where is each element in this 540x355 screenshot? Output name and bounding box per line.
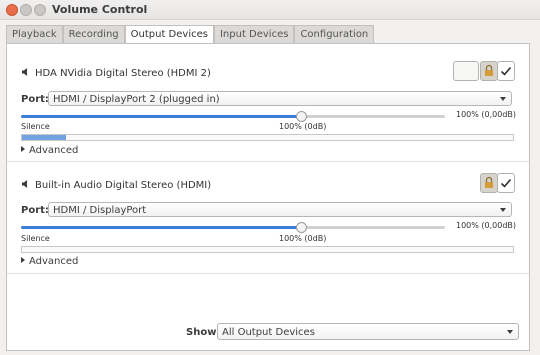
- expander-triangle-icon: [21, 257, 25, 263]
- speaker-icon: [22, 180, 27, 188]
- show-select[interactable]: All Output Devices: [217, 323, 519, 340]
- peak-meter: [21, 134, 514, 141]
- advanced-expander[interactable]: Advanced: [21, 256, 78, 267]
- title-bar: Volume Control: [0, 0, 540, 20]
- volume-value: 100% (0,00dB): [456, 221, 517, 230]
- tab-configuration[interactable]: Configuration: [294, 25, 375, 44]
- speaker-icon: [22, 68, 27, 76]
- port-label: Port:: [21, 94, 49, 105]
- minimize-button[interactable]: [20, 4, 32, 16]
- show-select-value: All Output Devices: [222, 327, 315, 338]
- default-device-button[interactable]: [497, 61, 515, 81]
- peak-meter: [21, 246, 514, 253]
- chevron-down-icon: [500, 97, 506, 101]
- tab-input-devices[interactable]: Input Devices: [213, 25, 295, 44]
- advanced-label: Advanced: [29, 145, 79, 156]
- volume-slider-fill: [21, 226, 301, 229]
- volume-slider[interactable]: [21, 222, 445, 233]
- device-separator: [7, 161, 529, 162]
- zero-db-label: 100% (0dB): [279, 234, 327, 243]
- lock-channels-button[interactable]: [480, 173, 498, 193]
- device-name: Built-in Audio Digital Stereo (HDMI): [35, 180, 212, 191]
- device-name-row: Built-in Audio Digital Stereo (HDMI): [21, 179, 211, 191]
- port-select-value: HDMI / DisplayPort: [53, 205, 147, 216]
- port-label: Port:: [21, 205, 49, 216]
- tab-recording[interactable]: Recording: [62, 25, 125, 44]
- default-device-button[interactable]: [497, 173, 515, 193]
- maximize-button[interactable]: [34, 4, 46, 16]
- close-button[interactable]: [6, 4, 18, 16]
- tab-output-devices[interactable]: Output Devices: [124, 25, 214, 44]
- port-select[interactable]: HDMI / DisplayPort: [48, 202, 512, 217]
- tab-playback[interactable]: Playback: [6, 25, 63, 44]
- device-name-row: HDA NVidia Digital Stereo (HDMI 2): [21, 67, 211, 79]
- tab-bar: Playback Recording Output Devices Input …: [6, 25, 375, 44]
- silence-label: Silence: [21, 122, 50, 131]
- volume-slider-handle[interactable]: [295, 111, 307, 122]
- expander-triangle-icon: [21, 146, 25, 152]
- check-icon: [500, 66, 512, 76]
- chevron-down-icon: [500, 208, 506, 212]
- show-label: Show:: [186, 327, 221, 338]
- port-select-value: HDMI / DisplayPort 2 (plugged in): [53, 94, 220, 105]
- output-devices-panel: HDA NVidia Digital Stereo (HDMI 2) Port:…: [6, 43, 530, 351]
- volume-slider-fill: [21, 115, 301, 118]
- lock-icon: [485, 176, 493, 188]
- volume-value: 100% (0,00dB): [456, 110, 517, 119]
- window-title: Volume Control: [52, 3, 148, 16]
- advanced-label: Advanced: [29, 256, 79, 267]
- lock-channels-button[interactable]: [480, 61, 498, 81]
- silence-label: Silence: [21, 234, 50, 243]
- port-select[interactable]: HDMI / DisplayPort 2 (plugged in): [48, 91, 512, 106]
- mute-button[interactable]: [453, 61, 479, 81]
- check-icon: [500, 178, 512, 188]
- lock-icon: [485, 64, 493, 76]
- zero-db-label: 100% (0dB): [279, 122, 327, 131]
- volume-slider[interactable]: [21, 111, 445, 122]
- device-name: HDA NVidia Digital Stereo (HDMI 2): [35, 68, 211, 79]
- device-separator: [7, 273, 529, 274]
- chevron-down-icon: [507, 330, 513, 334]
- volume-slider-handle[interactable]: [295, 222, 307, 233]
- advanced-expander[interactable]: Advanced: [21, 145, 78, 156]
- peak-meter-fill: [22, 135, 67, 140]
- volume-control-window: Volume Control Playback Recording Output…: [0, 0, 540, 355]
